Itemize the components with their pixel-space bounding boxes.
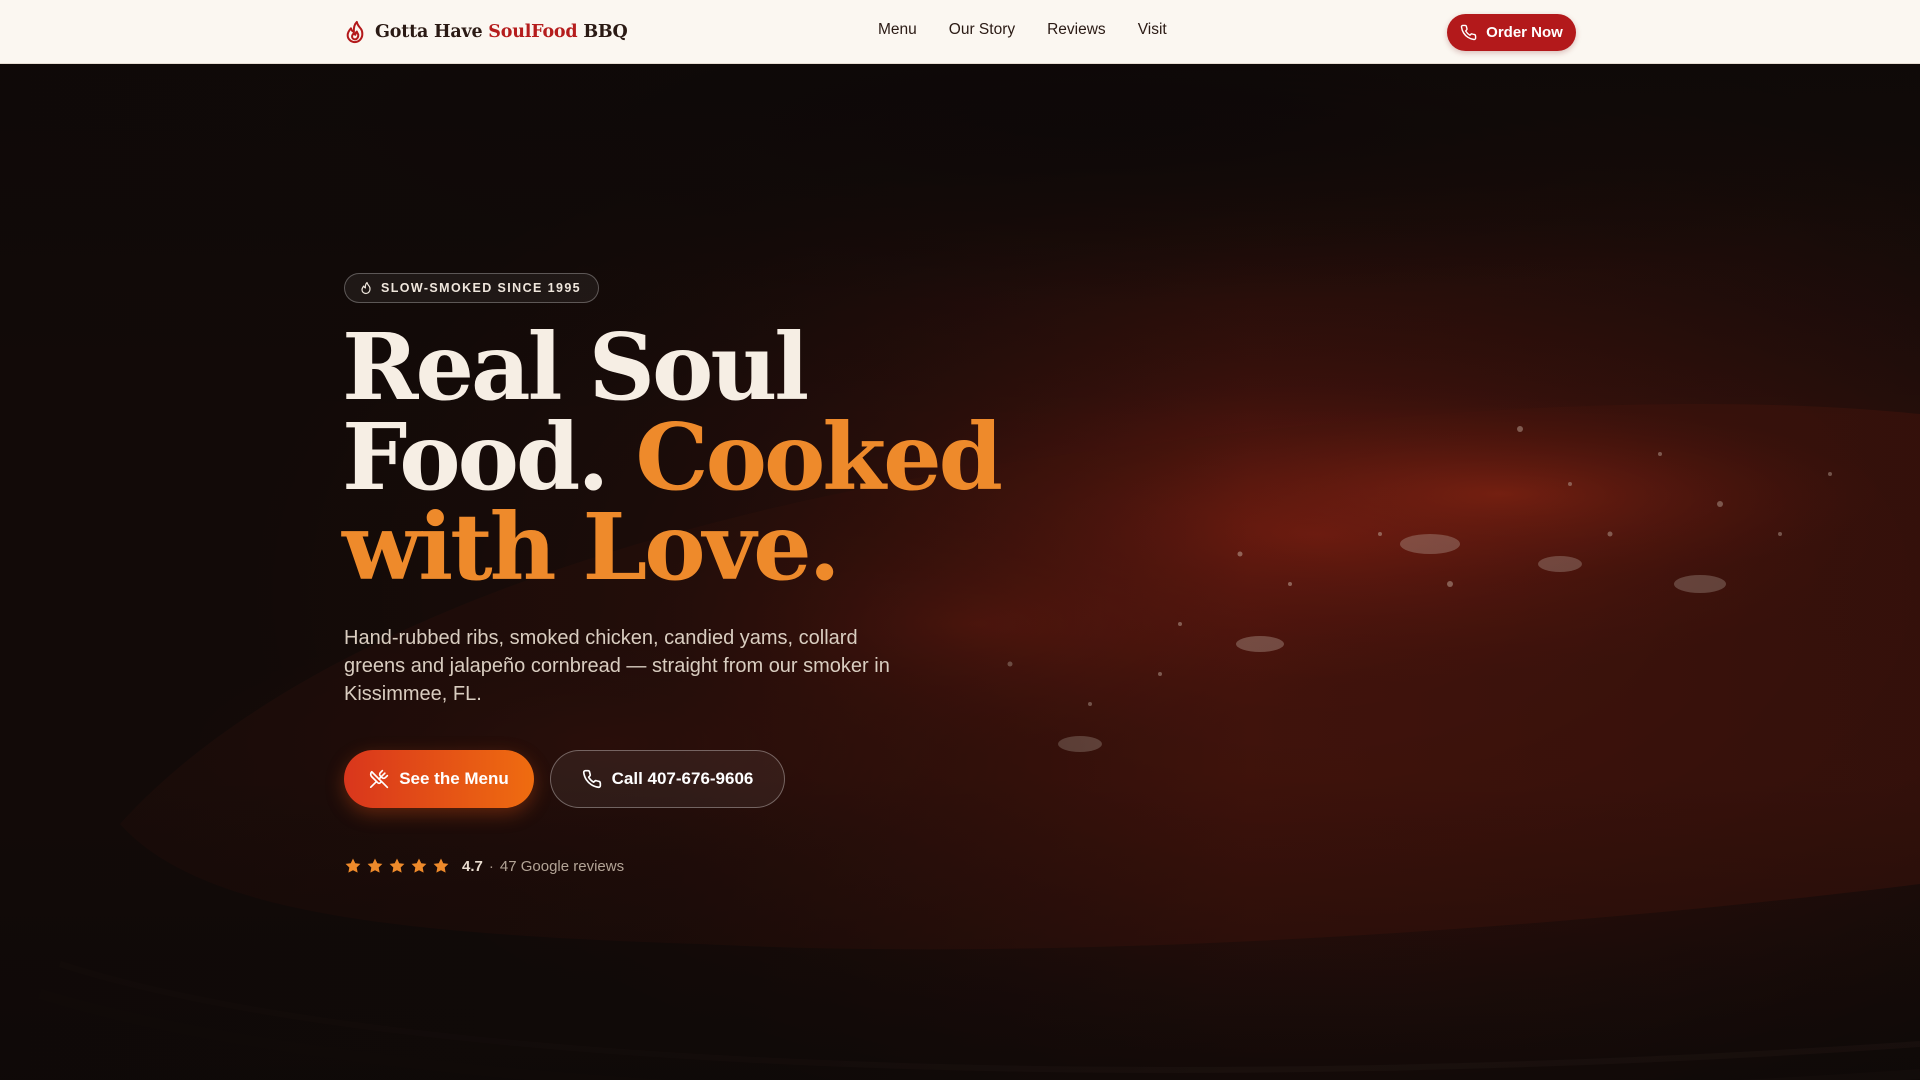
phone-icon: [1460, 24, 1477, 41]
flame-icon: [361, 281, 371, 295]
rating-value: 4.7: [462, 857, 483, 875]
rating-separator: ·: [488, 857, 494, 875]
rating-count[interactable]: 47 Google reviews: [500, 858, 624, 875]
star-icon: [389, 858, 405, 873]
main-nav: Menu Our Story Reviews Visit: [878, 21, 1199, 39]
order-now-button[interactable]: Order Now: [1447, 14, 1576, 51]
flame-icon: [346, 20, 364, 44]
star-icon: [367, 858, 383, 873]
rating-stars: [344, 857, 450, 875]
hero-section: SLOW-SMOKED SINCE 1995 Real Soul Food. C…: [0, 64, 1920, 1080]
call-button[interactable]: Call 407-676-9606: [550, 750, 785, 808]
nav-link-reviews[interactable]: Reviews: [1047, 21, 1106, 39]
see-menu-button[interactable]: See the Menu: [344, 750, 534, 808]
badge-text: SLOW-SMOKED SINCE 1995: [381, 281, 582, 295]
see-menu-label: See the Menu: [399, 769, 509, 788]
nav-link-our-story[interactable]: Our Story: [949, 21, 1015, 39]
star-icon: [411, 858, 427, 873]
hero-subcopy: Hand-rubbed ribs, smoked chicken, candie…: [344, 627, 890, 705]
site-header: Gotta Have SoulFood BBQ Menu Our Story R…: [0, 0, 1920, 64]
call-label: Call 407-676-9606: [611, 769, 754, 788]
utensils-crossed-icon: [370, 769, 389, 789]
since-badge: SLOW-SMOKED SINCE 1995: [344, 273, 600, 303]
order-now-label: Order Now: [1486, 24, 1563, 41]
brand-name: Gotta Have SoulFood BBQ: [375, 22, 628, 42]
headline-line-2: Food. Cooked: [342, 411, 1042, 503]
star-icon: [433, 858, 449, 873]
headline-line-1: Real Soul: [342, 313, 809, 421]
star-icon: [345, 858, 361, 873]
brand-logo[interactable]: Gotta Have SoulFood BBQ: [344, 18, 628, 46]
nav-link-menu[interactable]: Menu: [878, 21, 917, 39]
nav-link-visit[interactable]: Visit: [1138, 21, 1167, 39]
google-rating: 4.7 · 47 Google reviews: [344, 854, 624, 878]
headline-line-3: with Love.: [342, 493, 841, 601]
phone-icon: [582, 769, 601, 789]
hero-headline: Real Soul Food. Cooked with Love.: [342, 313, 1042, 601]
